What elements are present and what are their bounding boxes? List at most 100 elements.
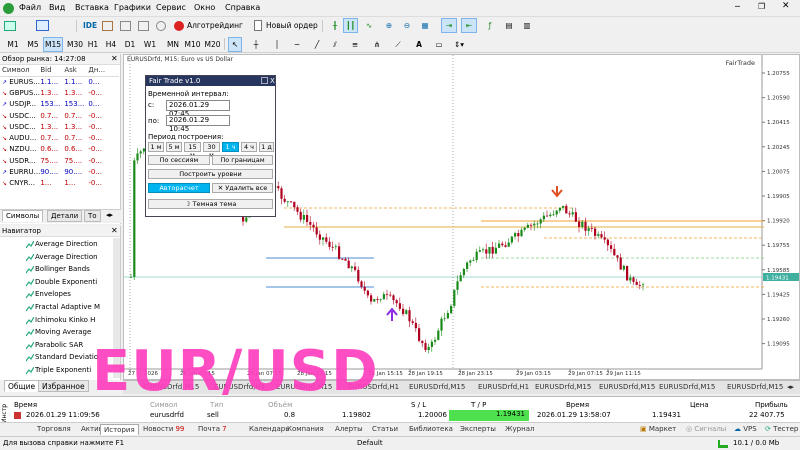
trend-line-icon[interactable]: ╱ — [310, 37, 324, 52]
horizontal-line-icon[interactable]: ─ — [290, 37, 304, 52]
new-order-icon[interactable] — [254, 20, 262, 31]
minimize-icon[interactable]: ─ — [735, 2, 740, 11]
strategy-icon[interactable] — [102, 21, 113, 31]
market-row[interactable]: ↘ NZDU... 0.6... 0.6... -0... — [0, 144, 119, 155]
objects-icon[interactable]: ▤ — [502, 18, 516, 33]
profiles-icon[interactable] — [36, 20, 49, 31]
signals-link[interactable]: ◎ Сигналы — [683, 424, 729, 435]
tf-m15[interactable]: M15 — [43, 37, 63, 52]
market-row[interactable]: ↗ EURRU... 90.... 90.... -0... — [0, 166, 119, 177]
navigator-item[interactable]: Bollinger Bands — [35, 265, 113, 273]
fibo-icon[interactable]: ≡ — [348, 37, 362, 52]
chart-tab[interactable]: EURUSDrfd,M15 — [409, 382, 465, 394]
chart-tab[interactable]: EURUSDrfd,M15 — [727, 382, 783, 394]
tile-windows-icon[interactable]: ▦ — [418, 18, 432, 33]
tf-w1[interactable]: W1 — [142, 37, 158, 52]
navigator-item[interactable]: Moving Average — [35, 328, 113, 336]
tf-mn[interactable]: MN — [165, 37, 181, 52]
tab-details[interactable]: Детали — [47, 210, 83, 222]
hist-col-time[interactable]: Время — [14, 401, 37, 409]
hist-col-close-time[interactable]: Время — [566, 401, 589, 409]
table-row[interactable]: 2026.01.29 11:09:56 eurusdrfd sell 0.8 1… — [12, 410, 800, 421]
market-row[interactable]: ↗ USDJP... 153... 153... 0... — [0, 99, 119, 110]
algo-trading-icon[interactable] — [174, 21, 184, 31]
menu-charts[interactable]: Графики — [114, 3, 151, 12]
zoom-in-icon[interactable]: ⊕ — [382, 18, 396, 33]
period-button[interactable]: 15 м — [184, 142, 201, 159]
candles-icon[interactable]: ╫ — [328, 18, 342, 33]
chart-shift-icon[interactable]: ⇤ — [461, 18, 477, 33]
cursor-icon[interactable]: ↖ — [228, 37, 242, 52]
period-button[interactable]: 30 м — [203, 142, 220, 159]
chart-tab[interactable]: EURUSDrfd,M15 — [535, 382, 591, 394]
bar-chart-icon[interactable]: ┃┃ — [343, 18, 358, 33]
panel-close-icon[interactable]: X — [270, 76, 275, 86]
arrows-icon[interactable]: ⇕▾ — [450, 37, 468, 52]
tab-common[interactable]: Общие — [4, 380, 40, 392]
hist-col-tp[interactable]: T / P — [471, 401, 486, 409]
market-icon[interactable] — [120, 21, 131, 31]
navigator-item[interactable]: Envelopes — [35, 290, 113, 298]
terminal-tab[interactable]: Журнал — [502, 424, 537, 435]
menu-file[interactable]: Файл — [19, 3, 41, 12]
hist-col-profit[interactable]: Прибыль — [755, 401, 788, 409]
algo-trading-button[interactable]: Алготрейдинг — [186, 18, 248, 33]
tf-h1[interactable]: H1 — [86, 37, 100, 52]
new-order-button[interactable]: Новый ордер — [265, 18, 319, 33]
terminal-tab[interactable]: История — [100, 424, 139, 435]
period-button[interactable]: 5 м — [166, 142, 182, 152]
col-bid[interactable]: Bid — [40, 65, 65, 77]
autoscroll-icon[interactable]: ⇥ — [441, 18, 457, 33]
templates-icon[interactable]: ▥ — [520, 18, 534, 33]
period-button[interactable]: 1 м — [148, 142, 164, 152]
tf-m30[interactable]: M30 — [65, 37, 85, 52]
terminal-tab[interactable]: Торговля — [34, 424, 74, 435]
panel-minimize-icon[interactable] — [261, 77, 268, 84]
col-ask[interactable]: Ask — [64, 65, 89, 77]
chart-tab[interactable]: EURUSDrfd,H1 — [478, 382, 529, 394]
dark-theme-button[interactable]: ☽ Темная тема — [148, 199, 273, 209]
market-close-icon[interactable]: ✕ — [111, 54, 118, 63]
terminal-tab[interactable]: Почта 7 — [195, 424, 230, 435]
new-chart-icon[interactable] — [4, 21, 16, 31]
period-button[interactable]: 4 ч — [241, 142, 257, 152]
gann-icon[interactable]: ⟋ — [391, 37, 405, 52]
market-row[interactable]: ↘ USDR... 75.... 75.... -0... — [0, 155, 119, 166]
period-button[interactable]: 1 ч — [222, 142, 239, 152]
tab-symbols[interactable]: Символы — [2, 210, 44, 222]
chart-tab[interactable]: EURUSDrfd,M15 — [659, 382, 715, 394]
delete-all-button[interactable]: ✕ Удалить все — [212, 183, 273, 193]
line-chart-icon[interactable]: ∿ — [362, 18, 376, 33]
menu-insert[interactable]: Вставка — [75, 3, 109, 12]
ide-button[interactable]: IDE — [82, 18, 98, 33]
navigator-item[interactable]: Fractal Adaptive M — [35, 303, 113, 311]
navigator-item[interactable]: Double Exponenti — [35, 278, 113, 286]
zoom-out-icon[interactable]: ⊖ — [400, 18, 414, 33]
menu-window[interactable]: Окно — [194, 3, 215, 12]
signals-icon[interactable] — [138, 21, 149, 31]
vps-link[interactable]: ☁ VPS — [731, 424, 760, 435]
terminal-tab[interactable]: Эксперты — [457, 424, 499, 435]
to-input[interactable]: 2026.01.29 10:45 — [166, 115, 230, 133]
indicators-icon[interactable]: ƒ — [483, 18, 497, 33]
market-row[interactable]: ↗ EURUS... 1.1... 1.1... 0... — [0, 76, 119, 87]
col-day[interactable]: Дн... — [88, 65, 119, 77]
pitchfork-icon[interactable]: ⋔ — [370, 37, 384, 52]
tabs-scroll-icon[interactable]: ◂▸ — [106, 211, 113, 219]
tf-m10[interactable]: M10 — [183, 37, 202, 52]
market-row[interactable]: ↘ USDC... 1.3... 1.3... -0... — [0, 121, 119, 132]
tf-m1[interactable]: M1 — [5, 37, 21, 52]
market-row[interactable]: ↘ GBPUS... 1.3... 1.3... -0... — [0, 87, 119, 98]
from-input[interactable]: 2026.01.29 07:45 — [166, 100, 230, 118]
market-row[interactable]: ↘ AUDU... 0.7... 0.7... -0... — [0, 132, 119, 143]
navigator-item[interactable]: Ichimoku Kinko H — [35, 316, 113, 324]
menu-view[interactable]: Вид — [49, 3, 65, 12]
navigator-item[interactable]: Average Direction — [35, 240, 113, 248]
restore-icon[interactable]: ❐ — [758, 2, 765, 11]
hist-col-price[interactable]: Цена — [690, 401, 709, 409]
chart-tab[interactable]: EURUSDrfd,M15 — [599, 382, 655, 394]
tf-m5[interactable]: M5 — [25, 37, 41, 52]
menu-help[interactable]: Справка — [225, 3, 260, 12]
auto-calc-button[interactable]: Авторасчет — [148, 183, 210, 193]
terminal-tab[interactable]: Алерты — [332, 424, 366, 435]
